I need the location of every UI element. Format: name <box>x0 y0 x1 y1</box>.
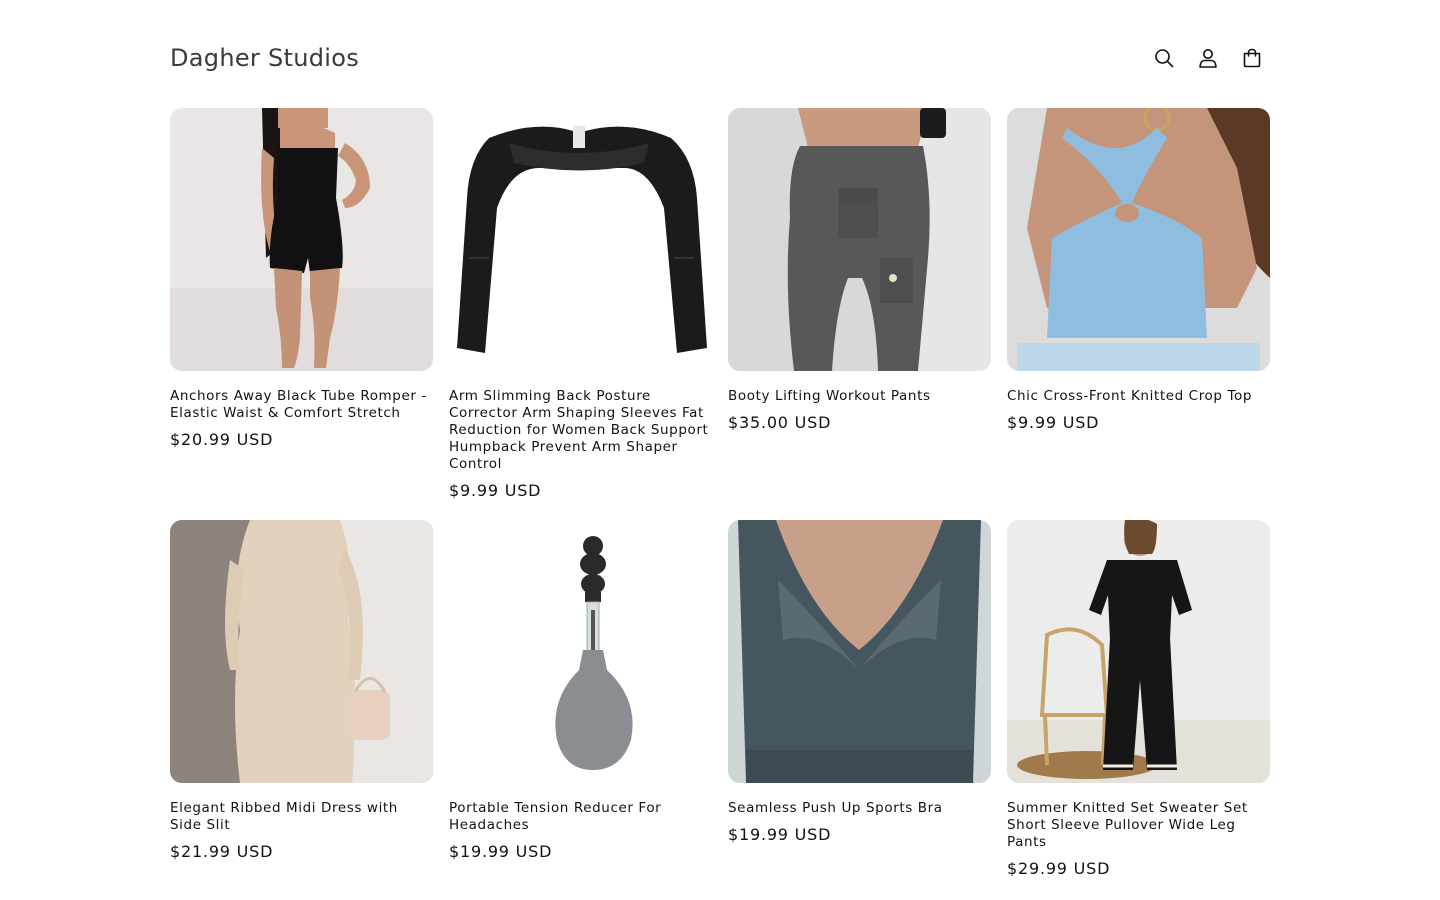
header-icons <box>1142 36 1274 80</box>
product-price: $9.99 USD <box>1007 413 1100 432</box>
product-price: $19.99 USD <box>728 825 832 844</box>
product-image[interactable] <box>728 108 991 371</box>
midi-dress-image <box>170 520 433 783</box>
sports-bra-image <box>728 520 991 783</box>
product-price: $29.99 USD <box>1007 859 1111 878</box>
search-button[interactable] <box>1142 36 1186 80</box>
product-price: $20.99 USD <box>170 430 274 449</box>
account-button[interactable] <box>1186 36 1230 80</box>
product-title[interactable]: Chic Cross-Front Knitted Crop Top <box>1007 388 1270 405</box>
product-title[interactable]: Summer Knitted Set Sweater Set Short Sle… <box>1007 800 1270 851</box>
product-title[interactable]: Anchors Away Black Tube Romper - Elastic… <box>170 388 433 422</box>
account-icon <box>1199 49 1217 68</box>
product-price: $21.99 USD <box>170 842 274 861</box>
product-card[interactable]: Chic Cross-Front Knitted Crop Top $9.99 … <box>1007 108 1270 520</box>
product-title[interactable]: Arm Slimming Back Posture Corrector Arm … <box>449 388 712 473</box>
product-image[interactable] <box>1007 520 1270 783</box>
product-card[interactable]: Summer Knitted Set Sweater Set Short Sle… <box>1007 520 1270 878</box>
storefront-page: Dagher Studios Anchors Away Black Tube R… <box>0 0 1440 900</box>
crop-top-image <box>1007 108 1270 371</box>
product-image[interactable] <box>449 108 712 371</box>
product-image[interactable] <box>170 108 433 371</box>
product-card[interactable]: Booty Lifting Workout Pants $35.00 USD <box>728 108 991 520</box>
product-image[interactable] <box>449 520 712 783</box>
search-icon <box>1155 49 1174 68</box>
cart-icon <box>1243 48 1261 68</box>
product-price: $19.99 USD <box>449 842 553 861</box>
cart-button[interactable] <box>1230 36 1274 80</box>
product-image[interactable] <box>1007 108 1270 371</box>
romper-image <box>170 108 433 371</box>
product-title[interactable]: Portable Tension Reducer For Headaches <box>449 800 712 834</box>
product-grid: Anchors Away Black Tube Romper - Elastic… <box>170 108 1270 878</box>
tension-reducer-image <box>449 520 712 783</box>
site-header: Dagher Studios <box>170 36 1270 80</box>
workout-pants-image <box>728 108 991 371</box>
product-card[interactable]: Arm Slimming Back Posture Corrector Arm … <box>449 108 712 520</box>
product-image[interactable] <box>170 520 433 783</box>
brand-logo[interactable]: Dagher Studios <box>170 44 359 72</box>
product-card[interactable]: Portable Tension Reducer For Headaches $… <box>449 520 712 878</box>
product-image[interactable] <box>728 520 991 783</box>
product-title[interactable]: Elegant Ribbed Midi Dress with Side Slit <box>170 800 433 834</box>
product-price: $9.99 USD <box>449 481 542 500</box>
product-title[interactable]: Seamless Push Up Sports Bra <box>728 800 991 817</box>
arm-shaper-image <box>449 108 712 371</box>
product-price: $35.00 USD <box>728 413 832 432</box>
product-card[interactable]: Anchors Away Black Tube Romper - Elastic… <box>170 108 433 520</box>
product-title[interactable]: Booty Lifting Workout Pants <box>728 388 991 405</box>
knitted-set-image <box>1007 520 1270 783</box>
product-card[interactable]: Elegant Ribbed Midi Dress with Side Slit… <box>170 520 433 878</box>
product-card[interactable]: Seamless Push Up Sports Bra $19.99 USD <box>728 520 991 878</box>
